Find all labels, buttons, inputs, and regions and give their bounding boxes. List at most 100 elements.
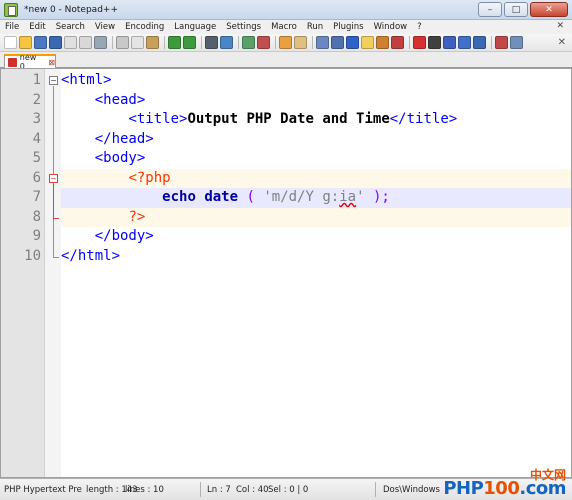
status-column: Col : 40 xyxy=(236,485,269,495)
fold-toggle-icon[interactable]: − xyxy=(49,173,58,183)
menu-search[interactable]: Search xyxy=(51,22,90,32)
code-line[interactable]: </head> xyxy=(61,130,571,150)
toolbar-separator xyxy=(312,36,313,49)
show-all-chars-icon[interactable] xyxy=(331,36,344,49)
play-macro-icon[interactable] xyxy=(443,36,456,49)
code-line[interactable]: <html> xyxy=(61,71,571,91)
fold-end-marker xyxy=(53,217,59,219)
code-line[interactable]: ?> xyxy=(61,207,571,227)
save-all-icon[interactable] xyxy=(49,36,62,49)
status-line-number: Ln : 7 xyxy=(207,485,231,495)
tab-close-icon[interactable]: ⊠ xyxy=(48,58,55,67)
fold-toggle-icon[interactable]: − xyxy=(49,76,58,85)
menu-view[interactable]: View xyxy=(90,22,120,32)
close-window-button[interactable]: ✕ xyxy=(530,2,568,17)
notepad-plus-plus-icon xyxy=(4,2,18,17)
minimize-button[interactable]: – xyxy=(478,2,502,17)
menu-run[interactable]: Run xyxy=(302,22,328,32)
watermark-com: com xyxy=(525,478,567,499)
menu-language[interactable]: Language xyxy=(169,22,221,32)
print-icon[interactable] xyxy=(94,36,107,49)
toolbar-separator xyxy=(164,36,165,49)
word-wrap-icon[interactable] xyxy=(316,36,329,49)
doc-map-icon[interactable] xyxy=(376,36,389,49)
save-macro-icon[interactable] xyxy=(473,36,486,49)
run-macro-multiple-icon[interactable] xyxy=(458,36,471,49)
code-line[interactable]: <head> xyxy=(61,91,571,111)
code-line[interactable]: <?php xyxy=(61,168,571,188)
code-area[interactable]: <html> <head> <title>Output PHP Date and… xyxy=(61,69,571,477)
close-all-icon[interactable] xyxy=(79,36,92,49)
maximize-button[interactable]: □ xyxy=(504,2,528,17)
code-line[interactable]: </html> xyxy=(61,247,571,267)
window-controls: – □ ✕ xyxy=(478,2,568,17)
menu-help[interactable]: ? xyxy=(412,22,427,32)
toolbar-separator xyxy=(409,36,410,49)
line-number-gutter: 1 2 3 4 5 6 7 8 9 10 xyxy=(1,69,45,477)
menu-plugins[interactable]: Plugins xyxy=(328,22,368,32)
line-number: 7 xyxy=(32,189,41,205)
code-token: ( xyxy=(246,189,255,205)
copy-icon[interactable] xyxy=(131,36,144,49)
toolbar-separator xyxy=(491,36,492,49)
open-file-icon[interactable] xyxy=(19,36,32,49)
toolbar-close-icon[interactable]: ✕ xyxy=(558,37,566,48)
toolbar-separator xyxy=(238,36,239,49)
zoom-in-icon[interactable] xyxy=(242,36,255,49)
php100-watermark-logo: 中文网 PHP100.com xyxy=(442,466,570,500)
status-divider xyxy=(375,482,376,497)
menu-settings[interactable]: Settings xyxy=(221,22,266,32)
fold-end-marker xyxy=(53,256,59,258)
code-line[interactable]: echo date ( 'm/d/Y g:ia' ); xyxy=(61,188,571,208)
menu-encoding[interactable]: Encoding xyxy=(120,22,169,32)
sync-h-icon[interactable] xyxy=(294,36,307,49)
sync-v-icon[interactable] xyxy=(279,36,292,49)
indent-guide-icon[interactable] xyxy=(346,36,359,49)
code-token: ' xyxy=(356,189,365,205)
save-icon[interactable] xyxy=(34,36,47,49)
function-list-icon[interactable] xyxy=(391,36,404,49)
status-language: PHP Hypertext Pre xyxy=(4,485,82,495)
line-number: 4 xyxy=(32,130,41,147)
menu-file[interactable]: File xyxy=(0,22,24,32)
cut-icon[interactable] xyxy=(116,36,129,49)
code-editor[interactable]: 1 2 3 4 5 6 7 8 9 10 <html> <head> <title>Output … xyxy=(0,68,572,478)
line-number: 3 xyxy=(32,111,41,127)
toolbar-separator xyxy=(112,36,113,49)
find-icon[interactable] xyxy=(205,36,218,49)
menu-edit[interactable]: Edit xyxy=(24,22,50,32)
zoom-out-icon[interactable] xyxy=(257,36,270,49)
spell-check-icon[interactable] xyxy=(495,36,508,49)
line-number: 8 xyxy=(32,208,41,225)
menu-macro[interactable]: Macro xyxy=(266,22,302,32)
line-number: 1 xyxy=(32,72,41,88)
window-title: *new 0 - Notepad++ xyxy=(24,4,118,15)
new-file-icon[interactable] xyxy=(4,36,17,49)
stop-macro-icon[interactable] xyxy=(428,36,441,49)
code-token: </title> xyxy=(389,111,458,127)
code-token: <body> xyxy=(94,150,146,166)
redo-icon[interactable] xyxy=(183,36,196,49)
code-token: <?php xyxy=(128,169,171,186)
paste-icon[interactable] xyxy=(146,36,159,49)
extra-icon[interactable] xyxy=(510,36,523,49)
tab-new-0[interactable]: new 0 ⊠ xyxy=(4,53,56,71)
tab-bar: new 0 ⊠ xyxy=(0,52,572,71)
menu-window[interactable]: Window xyxy=(369,22,413,32)
watermark-php: PHP xyxy=(443,478,484,499)
code-line[interactable]: </body> xyxy=(61,227,571,247)
status-divider xyxy=(200,482,201,497)
close-file-icon[interactable] xyxy=(64,36,77,49)
record-macro-icon[interactable] xyxy=(413,36,426,49)
code-line[interactable]: <body> xyxy=(61,149,571,169)
undo-icon[interactable] xyxy=(168,36,181,49)
replace-icon[interactable] xyxy=(220,36,233,49)
code-line[interactable]: <title>Output PHP Date and Time</title> xyxy=(61,110,571,130)
code-token: 'm/d/Y g: xyxy=(263,189,340,205)
status-selection: Sel : 0 | 0 xyxy=(268,485,309,495)
close-document-icon[interactable]: ✕ xyxy=(556,21,564,31)
udl-icon[interactable] xyxy=(361,36,374,49)
